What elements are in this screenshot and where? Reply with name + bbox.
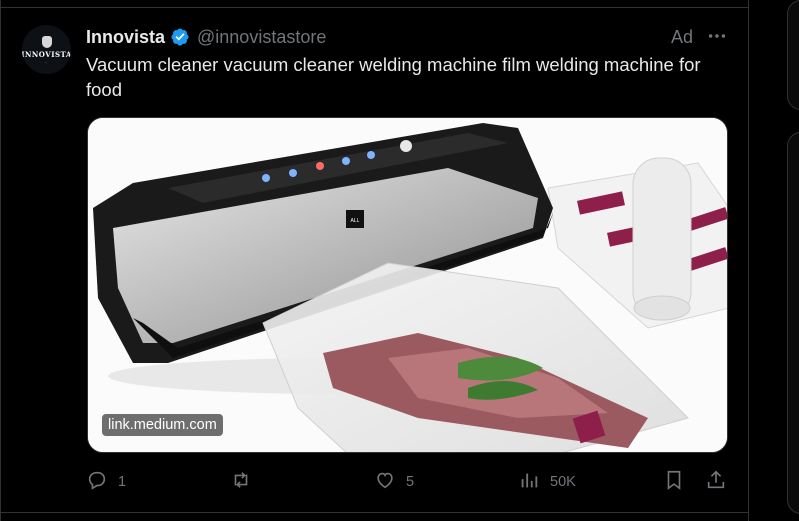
retweet-icon — [230, 469, 252, 495]
bookmark-icon — [663, 469, 685, 495]
more-horizontal-icon[interactable] — [704, 24, 730, 48]
link-domain-label[interactable]: link.medium.com — [102, 414, 223, 436]
timeline-left-border — [0, 0, 1, 521]
heart-icon — [374, 469, 396, 495]
media-card[interactable]: ALL link.medium.com — [87, 117, 728, 453]
brand-mark-icon — [41, 35, 52, 48]
tweet-text: Vacuum cleaner vacuum cleaner welding ma… — [86, 54, 701, 100]
like-button[interactable]: 5 — [374, 468, 414, 496]
views-count: 50K — [550, 474, 576, 490]
share-button[interactable] — [705, 468, 727, 496]
avatar-logo-underline: — — [44, 59, 49, 64]
tweet-header: Innovista @innovistastore — [86, 26, 326, 48]
avatar-logo-text: INNOVISTA — [22, 49, 71, 59]
tweet-bottom-divider — [0, 512, 749, 513]
timeline-right-border — [748, 0, 749, 521]
product-image: ALL — [88, 118, 727, 452]
user-handle[interactable]: @innovistastore — [197, 27, 326, 48]
tweet-top-divider — [0, 7, 749, 8]
svg-text:ALL: ALL — [351, 218, 360, 224]
sidebar-card — [787, 0, 799, 110]
retweet-button[interactable] — [230, 468, 262, 496]
views-button[interactable]: 50K — [518, 468, 576, 496]
views-chart-icon — [518, 469, 540, 495]
avatar[interactable]: INNOVISTA — — [22, 25, 71, 74]
display-name[interactable]: Innovista — [86, 27, 165, 48]
reply-icon — [86, 469, 108, 495]
ad-label: Ad — [671, 27, 694, 47]
share-icon — [705, 469, 727, 495]
sidebar-card — [787, 132, 799, 514]
verified-badge-icon[interactable] — [170, 27, 190, 47]
reply-count: 1 — [118, 474, 127, 490]
like-count: 5 — [406, 474, 415, 490]
tweet-actions: 1 5 50K — [86, 468, 736, 496]
bookmark-button[interactable] — [663, 468, 685, 496]
reply-button[interactable]: 1 — [86, 468, 126, 496]
